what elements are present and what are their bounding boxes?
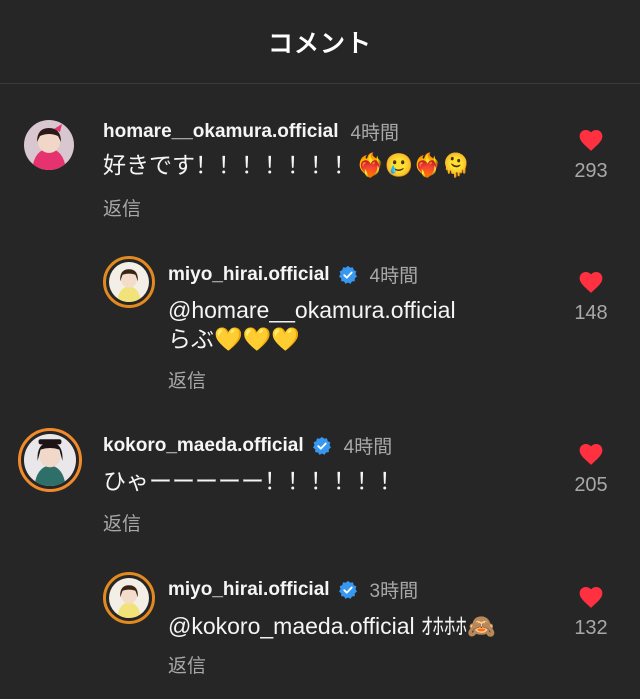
comment-username[interactable]: miyo_hirai.official [168, 264, 330, 286]
avatar-photo [109, 578, 149, 618]
like-count: 132 [574, 617, 608, 639]
heart-icon [579, 272, 603, 293]
comment-text: らぶ💛💛💛 [168, 326, 300, 352]
heart-icon [579, 130, 603, 151]
comment-time: 3時間 [369, 581, 419, 602]
heart-icon [579, 444, 603, 465]
like-button[interactable]: 132 [561, 585, 621, 640]
verified-badge-icon [312, 436, 331, 455]
avatar[interactable] [18, 428, 82, 492]
heart-icon [579, 587, 603, 608]
like-button[interactable]: 293 [561, 128, 621, 183]
comment-text: @kokoro_maeda.official ｵﾎﾎﾎ🙈 [168, 613, 496, 639]
reply-button[interactable]: 返信 [103, 509, 141, 536]
like-button[interactable]: 205 [561, 442, 621, 497]
avatar-photo [24, 434, 76, 486]
comment-username[interactable]: miyo_hirai.official [168, 579, 330, 601]
page-title: コメント [267, 29, 372, 58]
avatar[interactable] [103, 256, 155, 308]
avatar-photo [24, 120, 74, 170]
comment-time: 4時間 [369, 266, 419, 287]
avatar-photo [109, 262, 149, 302]
comment-username[interactable]: kokoro_maeda.official [103, 435, 304, 457]
reply-button[interactable]: 返信 [168, 651, 206, 678]
like-count: 205 [574, 474, 608, 496]
like-count: 293 [574, 160, 608, 182]
comment-time: 4時間 [343, 437, 393, 458]
avatar[interactable] [103, 572, 155, 624]
reply-button[interactable]: 返信 [103, 194, 141, 221]
reply-button[interactable]: 返信 [168, 366, 206, 393]
comment-text: ひゃーーーーー！！！！！！ [103, 468, 402, 494]
like-count: 148 [574, 302, 608, 324]
comment-text-mention[interactable]: @homare__okamura.official [168, 295, 456, 325]
verified-badge-icon [338, 580, 357, 599]
comment-text: 好きです！！！！！！！❤️‍🔥🥲❤️‍🔥🫠 [103, 152, 471, 178]
comment-username[interactable]: homare__okamura.official [103, 121, 338, 143]
like-button[interactable]: 148 [561, 270, 621, 325]
comment-time: 4時間 [350, 123, 400, 144]
verified-badge-icon [338, 265, 357, 284]
avatar[interactable] [24, 120, 74, 170]
header: コメント [0, 0, 640, 84]
